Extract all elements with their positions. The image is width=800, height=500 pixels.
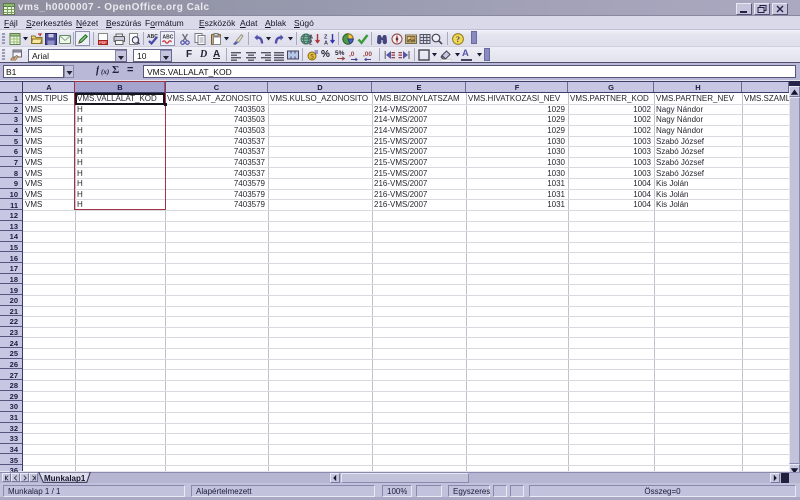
svg-text:PDF: PDF [99,41,107,45]
svg-text:5%: 5% [335,50,345,57]
svg-text:,0: ,0 [349,51,355,58]
svg-text:,00: ,00 [363,51,372,58]
svg-text:ABC: ABC [163,35,174,41]
svg-text:Z: Z [309,41,313,46]
svg-text:A: A [324,41,328,46]
svg-text:?: ? [456,35,460,44]
